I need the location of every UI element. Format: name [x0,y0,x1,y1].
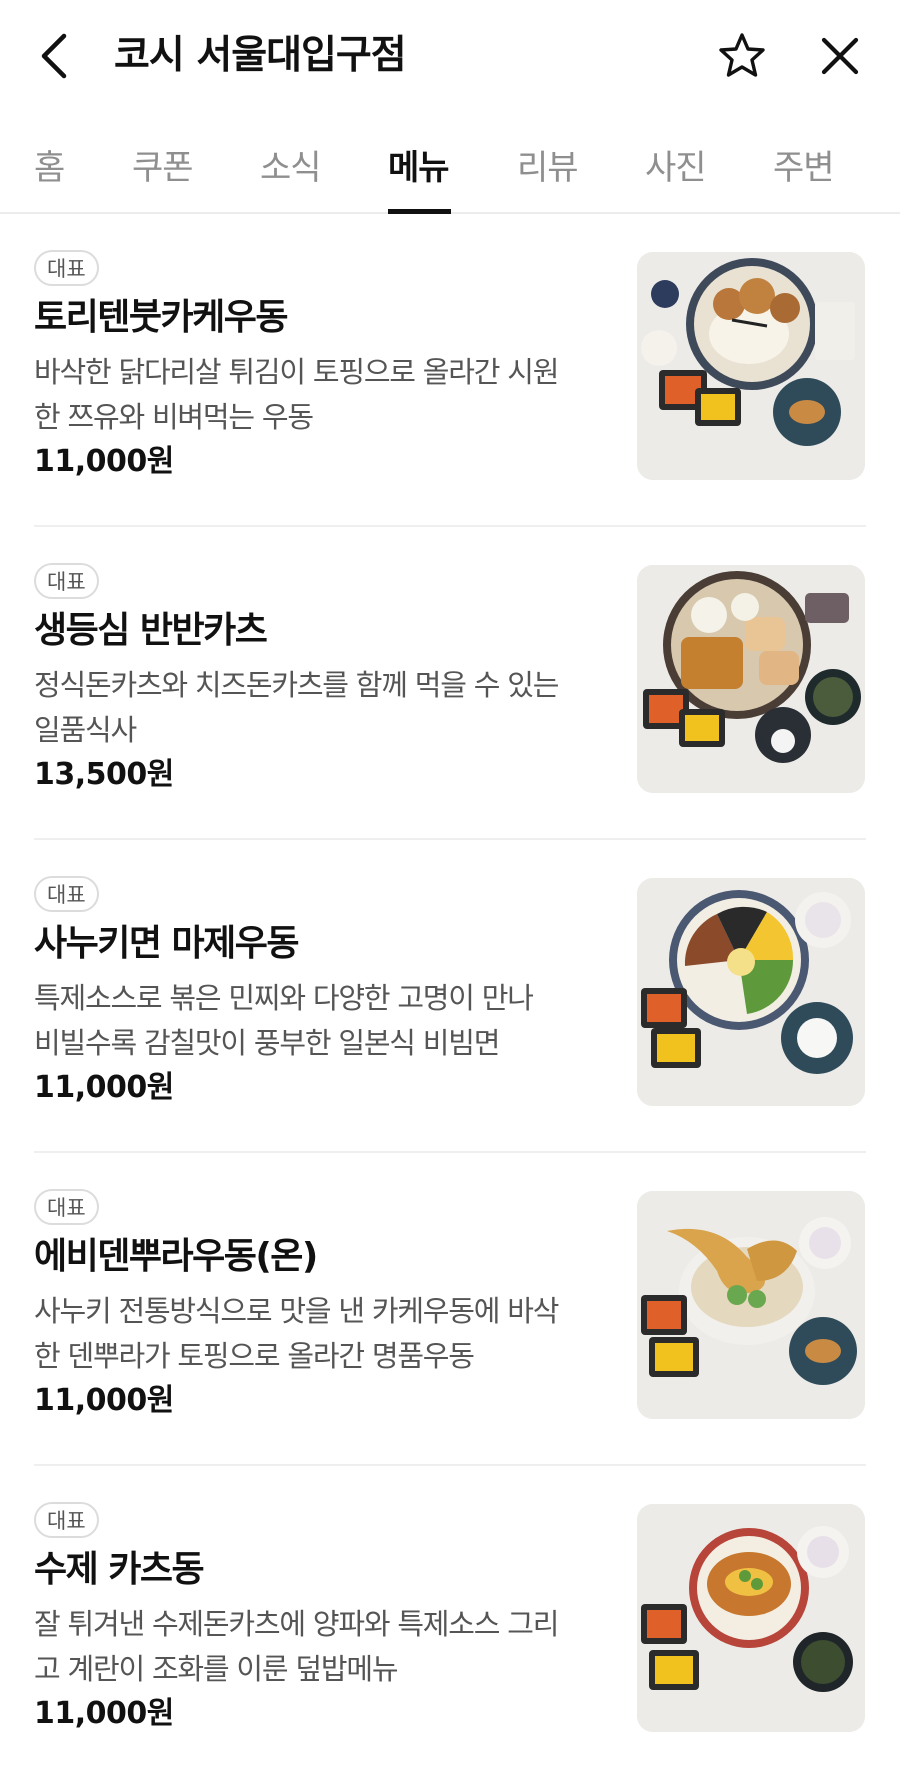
description-line: 사누키 전통방식으로 맛을 낸 카케우동에 바삭 [34,1294,559,1328]
tab-photo[interactable]: 사진 [645,146,707,190]
katsudon-photo-icon [637,1504,865,1732]
description-line: 고 계란이 조화를 이룬 덮밥메뉴 [34,1652,399,1686]
tab-nearby[interactable]: 주변 [773,146,835,190]
star-outline-icon [719,33,765,77]
menu-item-photo[interactable] [637,565,865,793]
menu-item[interactable]: 대표 생등심 반반카츠 정식돈카츠와 치즈돈카츠를 함께 먹을 수 있는 일품식… [0,527,900,840]
back-button[interactable] [34,28,78,84]
menu-item-price: 13,500원 [34,757,174,792]
mazeudon-photo-icon [637,878,865,1106]
signature-badge: 대표 [34,1189,99,1225]
tab-bar: 홈 쿠폰 소식 메뉴 리뷰 사진 주변 [0,110,900,214]
description-line: 정식돈카츠와 치즈돈카츠를 함께 먹을 수 있는 [34,668,559,702]
signature-badge: 대표 [34,1502,99,1538]
close-icon [821,37,859,75]
menu-item-price: 11,000원 [34,1383,174,1418]
menu-item-photo[interactable] [637,252,865,480]
menu-item-description: 사누키 전통방식으로 맛을 낸 카케우동에 바삭 한 덴뿌라가 토핑으로 올라간… [34,1289,604,1379]
menu-item-photo[interactable] [637,1504,865,1732]
tab-menu[interactable]: 메뉴 [388,146,450,190]
menu-item[interactable]: 대표 에비덴뿌라우동(온) 사누키 전통방식으로 맛을 낸 카케우동에 바삭 한… [0,1153,900,1466]
menu-item[interactable]: 대표 토리텐붓카케우동 바삭한 닭다리살 튀김이 토핑으로 올라간 시원 한 쯔… [0,214,900,527]
menu-item-price: 11,000원 [34,444,174,479]
menu-item-name: 사누키면 마제우동 [34,923,300,964]
udon-photo-icon [637,252,865,480]
menu-list: 대표 토리텐붓카케우동 바삭한 닭다리살 튀김이 토핑으로 올라간 시원 한 쯔… [0,214,900,1779]
menu-item-price: 11,000원 [34,1070,174,1105]
menu-item-name: 토리텐붓카케우동 [34,297,288,338]
description-line: 바삭한 닭다리살 튀김이 토핑으로 올라간 시원 [34,355,559,389]
description-line: 한 쯔유와 비벼먹는 우동 [34,400,314,434]
tab-review[interactable]: 리뷰 [517,146,579,190]
menu-item-price: 11,000원 [34,1696,174,1731]
menu-item-name: 에비덴뿌라우동(온) [34,1236,318,1277]
menu-item-photo[interactable] [637,878,865,1106]
description-line: 한 덴뿌라가 토핑으로 올라간 명품우동 [34,1339,475,1373]
favorite-button[interactable] [716,30,768,82]
menu-item[interactable]: 대표 수제 카츠동 잘 튀겨낸 수제돈카츠에 양파와 특제소스 그리 고 계란이… [0,1466,900,1779]
close-button[interactable] [816,32,864,80]
menu-item-description: 정식돈카츠와 치즈돈카츠를 함께 먹을 수 있는 일품식사 [34,663,604,753]
menu-item-photo[interactable] [637,1191,865,1419]
signature-badge: 대표 [34,250,99,286]
description-line: 일품식사 [34,713,137,747]
menu-item-name: 생등심 반반카츠 [34,610,268,651]
menu-item-name: 수제 카츠동 [34,1549,205,1590]
signature-badge: 대표 [34,563,99,599]
menu-item-description: 특제소스로 볶은 민찌와 다양한 고명이 만나 비빌수록 감칠맛이 풍부한 일본… [34,976,604,1066]
back-arrow-icon [41,33,67,79]
app-header: 코시 서울대입구점 [0,0,900,110]
menu-item-description: 잘 튀겨낸 수제돈카츠에 양파와 특제소스 그리 고 계란이 조화를 이룬 덮밥… [34,1602,604,1692]
katsu-photo-icon [637,565,865,793]
tempura-udon-photo-icon [637,1191,865,1419]
description-line: 특제소스로 볶은 민찌와 다양한 고명이 만나 [34,981,534,1015]
tab-coupon[interactable]: 쿠폰 [132,146,194,190]
menu-item[interactable]: 대표 사누키면 마제우동 특제소스로 볶은 민찌와 다양한 고명이 만나 비빌수… [0,840,900,1153]
tab-home[interactable]: 홈 [34,146,65,190]
menu-item-description: 바삭한 닭다리살 튀김이 토핑으로 올라간 시원 한 쯔유와 비벼먹는 우동 [34,350,604,440]
description-line: 잘 튀겨낸 수제돈카츠에 양파와 특제소스 그리 [34,1607,559,1641]
signature-badge: 대표 [34,876,99,912]
tab-news[interactable]: 소식 [260,146,322,190]
page-title: 코시 서울대입구점 [114,33,407,78]
description-line: 비빌수록 감칠맛이 풍부한 일본식 비빔면 [34,1026,500,1060]
